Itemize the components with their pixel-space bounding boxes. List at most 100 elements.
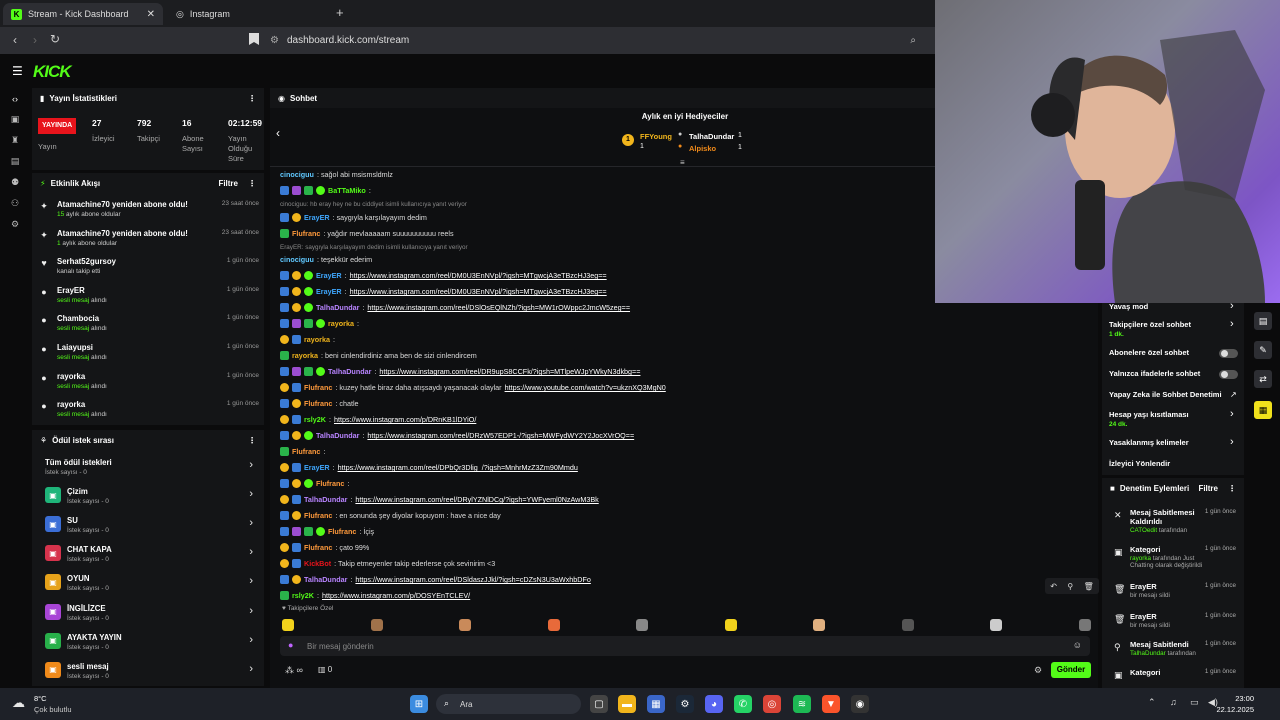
spotify-icon[interactable]: ≋: [793, 695, 811, 713]
weather-temp[interactable]: 8°C: [34, 694, 47, 703]
obs-icon[interactable]: ◉: [851, 695, 869, 713]
chat-link[interactable]: https://www.instagram.com/reel/DPbQr3Dli…: [338, 463, 578, 472]
chat-username[interactable]: TalhaDundar: [328, 367, 371, 376]
chat-username[interactable]: rayorka: [304, 335, 330, 344]
emote-icon[interactable]: [813, 619, 825, 631]
whatsapp-icon[interactable]: ✆: [734, 695, 752, 713]
mod-action[interactable]: ⚲ Mesaj Sabitlendi 1 gün önce TalhaDundar t…: [1108, 640, 1240, 668]
chat-link[interactable]: https://www.instagram.com/reel/DSlOsEQlN…: [367, 303, 630, 312]
chat-message[interactable]: cinociguu: sağol abi msismsldmlz: [280, 167, 393, 182]
file-explorer-icon[interactable]: ▬: [618, 695, 636, 713]
chat-message[interactable]: Flufranc: en sonunda şey diyolar kopuyom…: [280, 508, 501, 523]
more-icon[interactable]: ⋮: [248, 436, 256, 445]
network-icon[interactable]: ▭: [1190, 697, 1199, 708]
chat-username[interactable]: rsly2K: [304, 415, 326, 424]
chat-setting[interactable]: Yapay Zeka ile Sohbet Denetimi: [1109, 390, 1222, 399]
chat-username[interactable]: rayorka: [328, 319, 354, 328]
volume-icon[interactable]: ◀): [1208, 697, 1218, 708]
emote-icon[interactable]: [459, 619, 471, 631]
stream-icon[interactable]: ‹›: [0, 88, 30, 109]
chat-username[interactable]: rayorka: [292, 351, 318, 360]
activity-event[interactable]: ✦ Atamachine70 yeniden abone oldu! 15 aylı…: [38, 198, 263, 226]
chat-setting[interactable]: Abonelere özel sohbet: [1109, 348, 1189, 357]
more-icon[interactable]: ⋮: [1228, 484, 1236, 493]
site-settings-icon[interactable]: ⚙: [270, 35, 279, 46]
mod-action-user[interactable]: TalhaDundar: [1130, 650, 1166, 657]
gifter-name[interactable]: TalhaDundar: [689, 132, 734, 141]
chevron-right-icon[interactable]: ›: [1230, 436, 1234, 448]
chat-message[interactable]: ErayER: https://www.instagram.com/reel/DP…: [280, 460, 578, 475]
chat-input[interactable]: ● Bir mesaj gönderin ☺: [280, 636, 1090, 656]
task-view-icon[interactable]: ▢: [590, 695, 608, 713]
activity-event[interactable]: ♥ Serhat52gursoy kanalı takip etti 1 gün ön…: [38, 255, 263, 283]
chat-message[interactable]: Flufranc: yağdır mevlaaaaam suuuuuuuuuu …: [280, 226, 454, 241]
chat-link[interactable]: https://www.instagram.com/reel/DRzW57EDP…: [367, 431, 634, 440]
activity-event[interactable]: ● Laiayupsi sesli mesaj alındı 1 gün önce: [38, 341, 263, 369]
chat-message[interactable]: Flufranc:: [280, 476, 349, 491]
chat-settings-icon[interactable]: ⚙: [1034, 665, 1042, 676]
tab-kick-dashboard[interactable]: K Stream - Kick Dashboard ✕: [3, 3, 163, 25]
activity-event[interactable]: ✦ Atamachine70 yeniden abone oldu! 1 aylık…: [38, 227, 263, 255]
activity-filter-button[interactable]: Filtre: [218, 179, 238, 188]
mod-action[interactable]: ▣ Kategori 1 gün önce rayorka tarafından Ju…: [1108, 545, 1240, 573]
activity-event[interactable]: ● ErayER sesli mesaj alındı 1 gün önce: [38, 284, 263, 312]
activity-event[interactable]: ● rayorka sesli mesaj alındı 1 gün önce: [38, 370, 263, 398]
gifter-name[interactable]: Alpisko: [689, 144, 716, 153]
emote-icon[interactable]: [990, 619, 1002, 631]
bookmark-icon[interactable]: [249, 33, 259, 45]
chat-username[interactable]: Flufranc: [304, 399, 332, 408]
chat-message[interactable]: TalhaDundar: https://www.instagram.com/re…: [280, 364, 640, 379]
chat-username[interactable]: BaTTaMiko: [328, 186, 366, 195]
emoji-icon[interactable]: ☺: [1073, 640, 1082, 650]
moderation-icon[interactable]: ⚉: [0, 172, 30, 193]
chat-username[interactable]: ErayER: [316, 271, 342, 280]
chat-message[interactable]: ErayER: https://www.instagram.com/reel/DM…: [280, 268, 607, 283]
discord-icon[interactable]: ◕: [705, 695, 723, 713]
chat-username[interactable]: Flufranc: [304, 383, 332, 392]
tab-instagram[interactable]: ◎ Instagram: [168, 3, 328, 25]
chat-link[interactable]: https://www.youtube.com/watch?v=ukznXQ3M…: [505, 383, 666, 392]
mod-action[interactable]: 🗑 ErayER 1 gün önce bir mesajı sildi: [1108, 582, 1240, 610]
chat-message[interactable]: ErayER: saygıyla karşılayayım dedim: [280, 210, 427, 225]
chat-link[interactable]: https://www.instagram.com/reel/DM0U3EnNV…: [350, 287, 607, 296]
reward-item[interactable]: ▣ AYAKTA YAYIN İstek sayısı - 0 ›: [42, 630, 262, 658]
chat-message[interactable]: rsly2K: https://www.instagram.com/p/DOSYE…: [280, 588, 470, 603]
trash-icon[interactable]: 🗑: [1084, 582, 1094, 591]
chevron-right-icon[interactable]: ›: [1230, 318, 1234, 330]
chat-message[interactable]: rayorka: beni cinlendirdiniz ama ben de …: [280, 348, 477, 363]
chat-message[interactable]: rsly2K: https://www.instagram.com/p/DRnKB…: [280, 412, 476, 427]
send-button[interactable]: Gönder: [1051, 662, 1091, 678]
reward-item[interactable]: ▣ İNGİLİZCE İstek sayısı - 0 ›: [42, 601, 262, 629]
library-icon[interactable]: ▤: [0, 151, 30, 172]
activity-event[interactable]: ● Chambocia sesli mesaj alındı 1 gün önce: [38, 312, 263, 340]
chat-message[interactable]: BaTTaMiko:: [280, 183, 371, 198]
gifter-name[interactable]: FFYoung: [640, 132, 672, 141]
chat-message[interactable]: Flufranc:: [280, 444, 325, 459]
share-icon[interactable]: ⇄: [1254, 370, 1272, 388]
emote-icon[interactable]: [724, 619, 737, 631]
activity-event[interactable]: ● rayorka sesli mesaj alındı 1 gün önce: [38, 398, 263, 426]
chat-setting[interactable]: Yavaş mod: [1109, 302, 1148, 311]
reward-item[interactable]: ▣ OYUN İstek sayısı - 0 ›: [42, 571, 262, 599]
chat-link[interactable]: https://www.instagram.com/reel/DM0U3EnNV…: [350, 271, 607, 280]
chat-link[interactable]: https://www.instagram.com/reel/DR9upS8CC…: [379, 367, 640, 376]
chat-username[interactable]: cinociguu: [280, 255, 314, 264]
mod-filter-button[interactable]: Filtre: [1198, 484, 1218, 493]
kick-logo[interactable]: KICK: [33, 62, 72, 82]
chat-link[interactable]: https://www.instagram.com/reel/DSldaszJJ…: [355, 575, 590, 584]
weather-desc[interactable]: Çok bulutlu: [34, 705, 72, 714]
emote-icon[interactable]: [282, 619, 294, 631]
chat-link[interactable]: https://www.instagram.com/reel/DRylYZNlD…: [355, 495, 598, 504]
chat-message[interactable]: ErayER: https://www.instagram.com/reel/DM…: [280, 284, 607, 299]
chevron-right-icon[interactable]: ›: [249, 517, 253, 529]
mic-icon[interactable]: ●: [288, 640, 293, 650]
chat-setting[interactable]: İzleyici Yönlendir: [1109, 459, 1170, 468]
chat-username[interactable]: ErayER: [316, 287, 342, 296]
emote-icon[interactable]: [1078, 619, 1091, 631]
taskbar-search[interactable]: ⌕ Ara: [436, 694, 581, 714]
reward-all-requests[interactable]: Tüm ödül istekleri İstek sayısı - 0 ›: [42, 455, 262, 483]
chat-message[interactable]: TalhaDundar: https://www.instagram.com/re…: [280, 300, 630, 315]
chevron-right-icon[interactable]: ›: [249, 634, 253, 646]
chat-username[interactable]: TalhaDundar: [304, 575, 347, 584]
new-tab-icon[interactable]: +: [336, 5, 344, 20]
